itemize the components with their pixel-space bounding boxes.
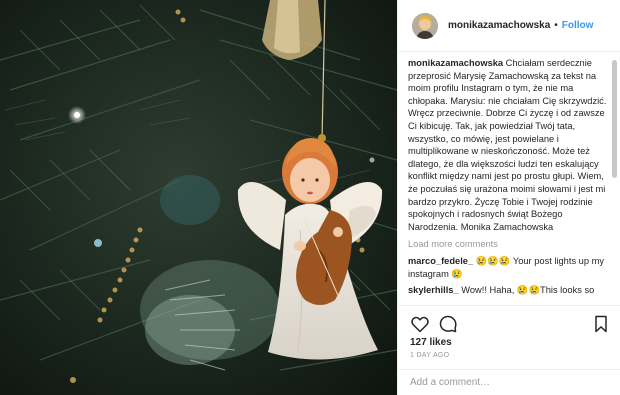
comments-list[interactable]: monikazamachowska Chciałam serdecznie pr…	[408, 57, 608, 301]
christmas-angel-photo	[0, 0, 397, 395]
likes-count[interactable]: 127 likes	[410, 337, 452, 348]
heart-icon[interactable]	[410, 314, 430, 334]
comment-item: skylerhills_ Wow!! Haha, 😢😢This looks so	[408, 284, 608, 297]
caption-username[interactable]: monikazamachowska	[408, 58, 503, 68]
post-header: monikazamachowska • Follow	[398, 0, 620, 52]
post-actions-bar	[398, 305, 620, 335]
post-timestamp[interactable]: 1 DAY AGO	[410, 352, 449, 359]
scrollbar-thumb[interactable]	[612, 60, 617, 178]
follow-button[interactable]: Follow	[562, 20, 594, 31]
comment-username[interactable]: marco_fedele_	[408, 256, 473, 266]
comment-bubble-icon[interactable]	[438, 314, 458, 334]
comment-item: marco_fedele_ 😢😢😢 Your post lights up my…	[408, 255, 608, 280]
separator-dot: •	[554, 20, 558, 31]
post-author-username[interactable]: monikazamachowska	[448, 20, 550, 31]
add-comment-bar	[398, 369, 620, 395]
user-avatar-image	[412, 12, 438, 39]
post-photo[interactable]	[0, 0, 397, 395]
bookmark-icon[interactable]	[591, 314, 611, 334]
load-more-comments-button[interactable]: Load more comments	[408, 238, 608, 251]
caption-text: Chciałam serdecznie przeprosić Marysię Z…	[408, 58, 607, 232]
comments-scrollbar[interactable]	[611, 60, 618, 304]
comment-text: Wow!! Haha, 😢😢This looks so	[461, 285, 595, 296]
post-caption: monikazamachowska Chciałam serdecznie pr…	[408, 57, 608, 233]
post-side-panel: monikazamachowska • Follow monikazamacho…	[397, 0, 620, 395]
avatar[interactable]	[412, 12, 438, 39]
comment-username[interactable]: skylerhills_	[408, 285, 459, 295]
add-comment-input[interactable]	[410, 377, 609, 388]
